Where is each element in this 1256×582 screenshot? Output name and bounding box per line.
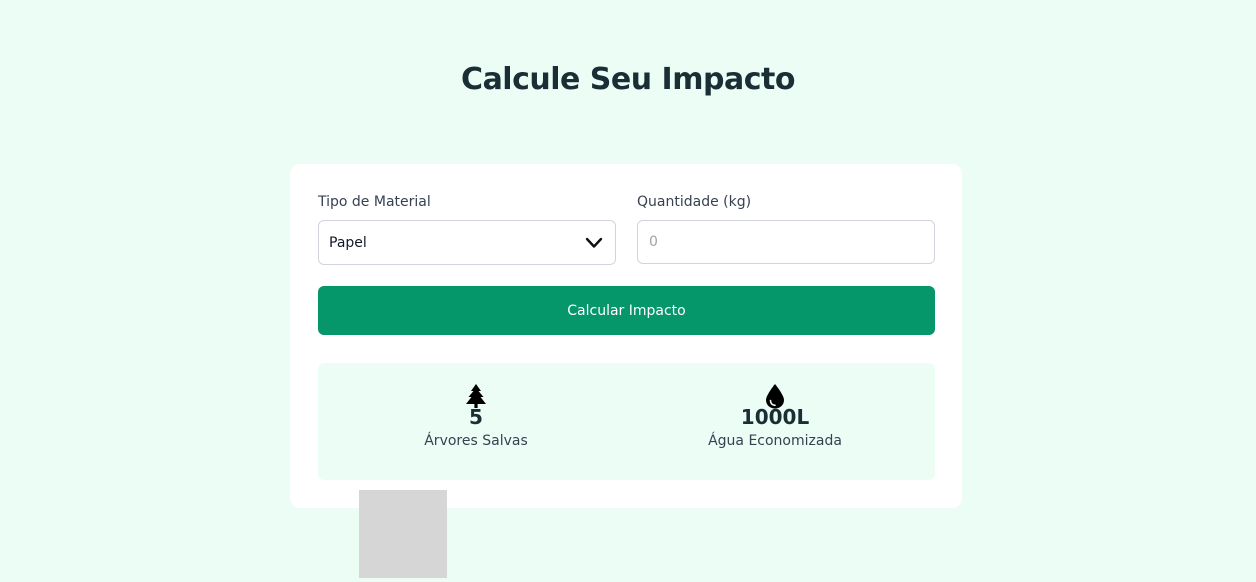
page-title: Calcule Seu Impacto (461, 62, 795, 97)
trees-saved-value: 5 (469, 405, 483, 429)
water-saved-stat: 1000L Água Economizada (665, 383, 885, 449)
calculate-impact-button[interactable]: Calcular Impacto (318, 286, 935, 335)
impact-calculator-card: Tipo de Material Papel Quantidade (kg) C… (290, 164, 962, 508)
material-type-label: Tipo de Material (318, 194, 431, 210)
page: Calcule Seu Impacto Tipo de Material Pap… (0, 0, 1256, 582)
water-saved-label: Água Economizada (708, 433, 842, 449)
quantity-label: Quantidade (kg) (637, 194, 752, 210)
material-type-select[interactable]: Papel (318, 220, 616, 265)
quantity-input[interactable] (637, 220, 935, 264)
placeholder-block (359, 490, 447, 578)
chevron-down-icon (585, 237, 603, 248)
water-saved-value: 1000L (740, 405, 810, 429)
material-type-value: Papel (329, 234, 367, 251)
trees-saved-stat: 5 Árvores Salvas (366, 383, 586, 449)
trees-saved-label: Árvores Salvas (424, 433, 528, 449)
results-panel: 5 Árvores Salvas 1000L Água Economizada (318, 363, 935, 480)
